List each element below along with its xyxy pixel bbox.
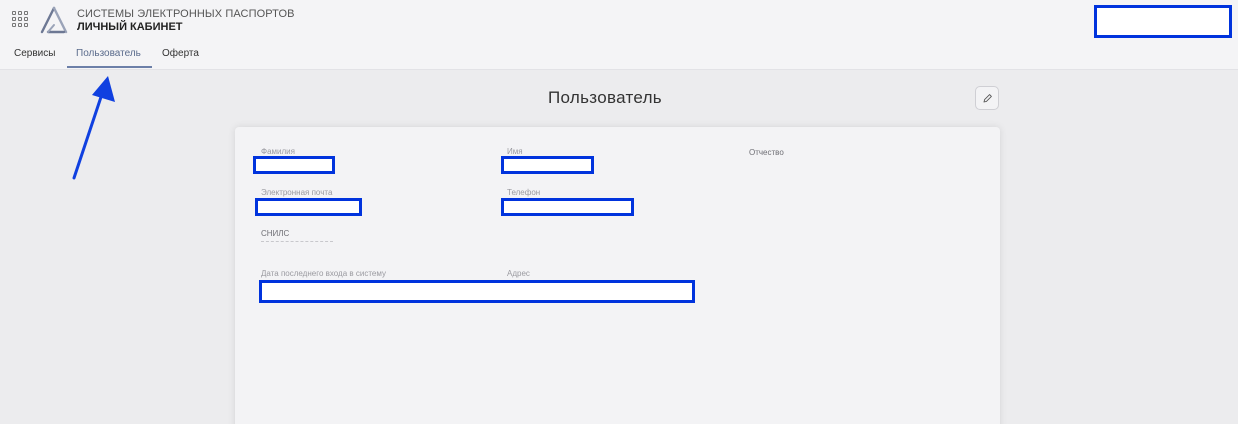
- first-name-value-redacted: [501, 156, 594, 174]
- user-menu-redacted[interactable]: [1094, 5, 1232, 38]
- snils-value: [261, 241, 333, 242]
- last-name-value-redacted: [253, 156, 335, 174]
- first-name-label: Имя: [507, 147, 523, 156]
- snils-label: СНИЛС: [261, 229, 290, 238]
- email-value-redacted: [255, 198, 362, 216]
- email-label: Электронная почта: [261, 188, 333, 197]
- login-address-values-redacted: [259, 280, 695, 303]
- tab-offer[interactable]: Оферта: [162, 48, 199, 59]
- active-tab-indicator: [67, 66, 152, 68]
- last-name-label: Фамилия: [261, 147, 295, 156]
- brand-subtitle: ЛИЧНЫЙ КАБИНЕТ: [77, 21, 183, 33]
- page-title: Пользователь: [548, 88, 662, 107]
- top-header: СИСТЕМЫ ЭЛЕКТРОННЫХ ПАСПОРТОВ ЛИЧНЫЙ КАБ…: [0, 0, 1238, 70]
- middle-name-label: Отчество: [749, 148, 784, 157]
- phone-value-redacted: [501, 198, 634, 216]
- phone-label: Телефон: [507, 188, 541, 197]
- triangle-logo-icon: [40, 6, 68, 34]
- pencil-icon: [983, 93, 992, 102]
- grid-icon[interactable]: [12, 11, 28, 27]
- brand-title: СИСТЕМЫ ЭЛЕКТРОННЫХ ПАСПОРТОВ: [77, 8, 295, 20]
- address-label: Адрес: [507, 269, 530, 278]
- edit-button[interactable]: [975, 86, 999, 110]
- tab-services[interactable]: Сервисы: [14, 48, 55, 59]
- user-profile-card: Фамилия Имя Отчество Электронная почта Т…: [235, 127, 1000, 424]
- last-login-label: Дата последнего входа в систему: [261, 269, 386, 278]
- tab-user[interactable]: Пользователь: [76, 48, 141, 59]
